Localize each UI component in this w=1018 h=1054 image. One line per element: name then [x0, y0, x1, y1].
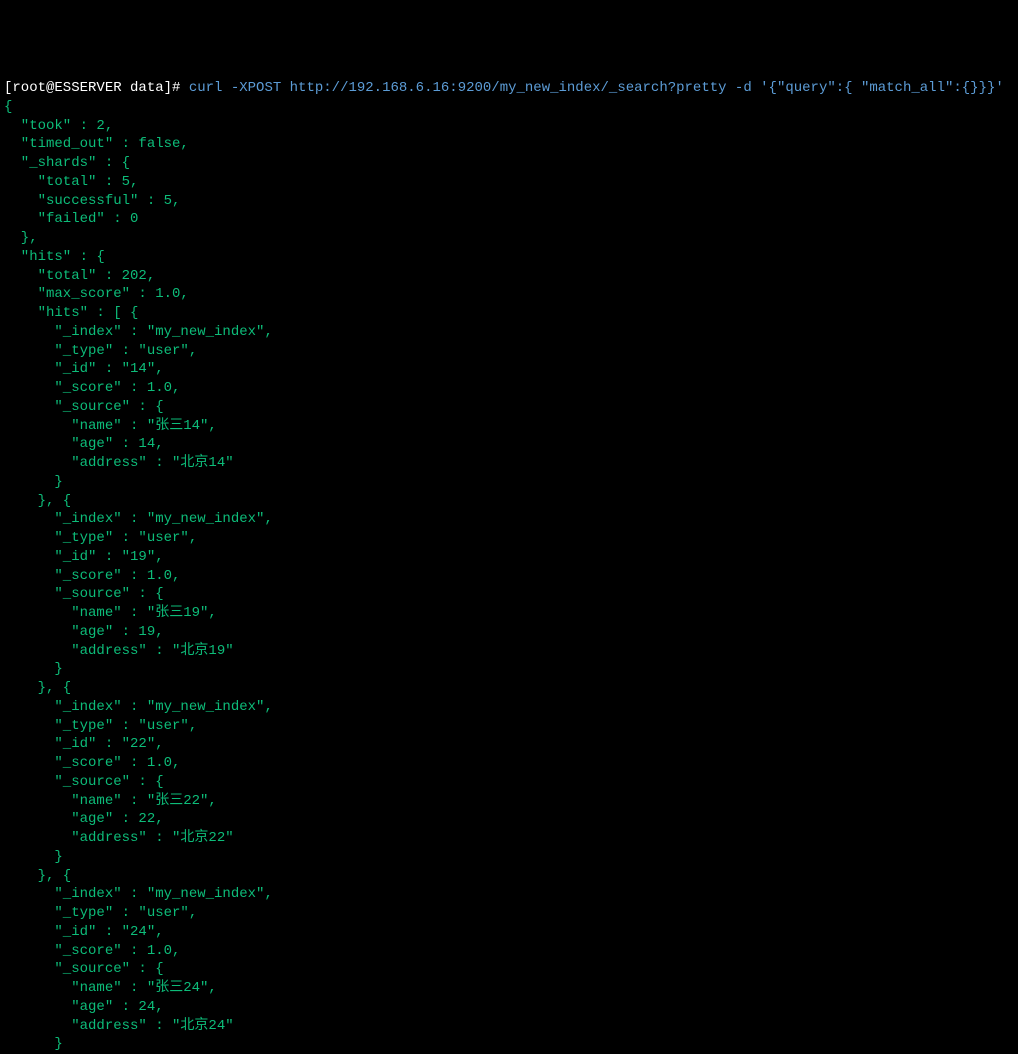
terminal-window[interactable]: [root@ESSERVER data]# curl -XPOST http:/…	[4, 79, 1018, 905]
json-output: { "took" : 2, "timed_out" : false, "_sha…	[4, 99, 273, 1053]
shell-prompt: [root@ESSERVER data]#	[4, 80, 180, 96]
shell-command: curl -XPOST http://192.168.6.16:9200/my_…	[189, 80, 1004, 96]
